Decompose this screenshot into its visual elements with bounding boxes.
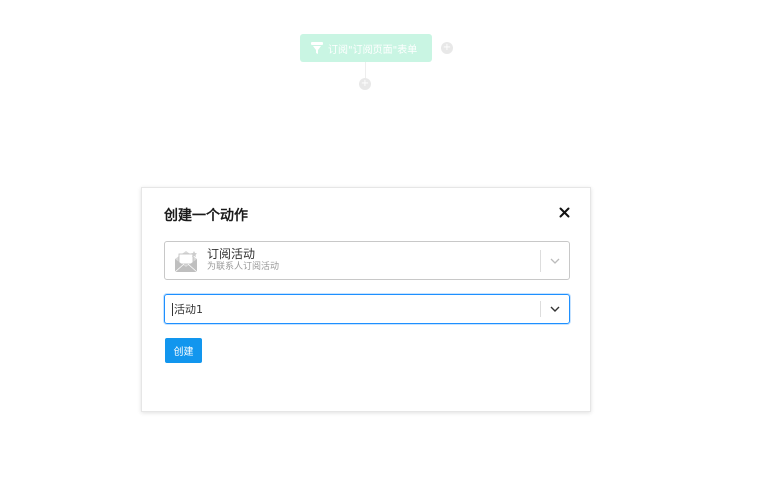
add-step-icon[interactable]: +	[359, 78, 371, 90]
close-icon[interactable]	[555, 203, 573, 221]
add-branch-icon[interactable]: +	[441, 42, 453, 54]
node-connector	[365, 62, 366, 78]
mail-open-icon	[172, 247, 200, 275]
chevron-down-icon[interactable]	[541, 295, 569, 323]
action-name: 订阅活动	[207, 247, 256, 261]
text-caret	[172, 302, 173, 316]
action-type-select[interactable]: 订阅活动 为联系人订阅活动	[164, 241, 570, 280]
modal-title: 创建一个动作	[164, 208, 248, 224]
trigger-node[interactable]: 订阅"订阅页面"表单	[300, 34, 432, 62]
workflow-canvas: 订阅"订阅页面"表单 + + 创建一个动作 订阅活动 为联系人订阅活动 活动1 …	[0, 0, 762, 502]
campaign-select-value: 活动1	[174, 303, 203, 316]
create-button[interactable]: 创建	[165, 338, 202, 363]
campaign-select[interactable]: 活动1	[164, 294, 570, 324]
action-description: 为联系人订阅活动	[207, 262, 280, 272]
create-action-modal: 创建一个动作 订阅活动 为联系人订阅活动 活动1 创建	[141, 187, 591, 412]
filter-icon	[310, 41, 324, 55]
chevron-down-icon[interactable]	[541, 242, 569, 279]
trigger-node-label: 订阅"订阅页面"表单	[328, 44, 418, 56]
